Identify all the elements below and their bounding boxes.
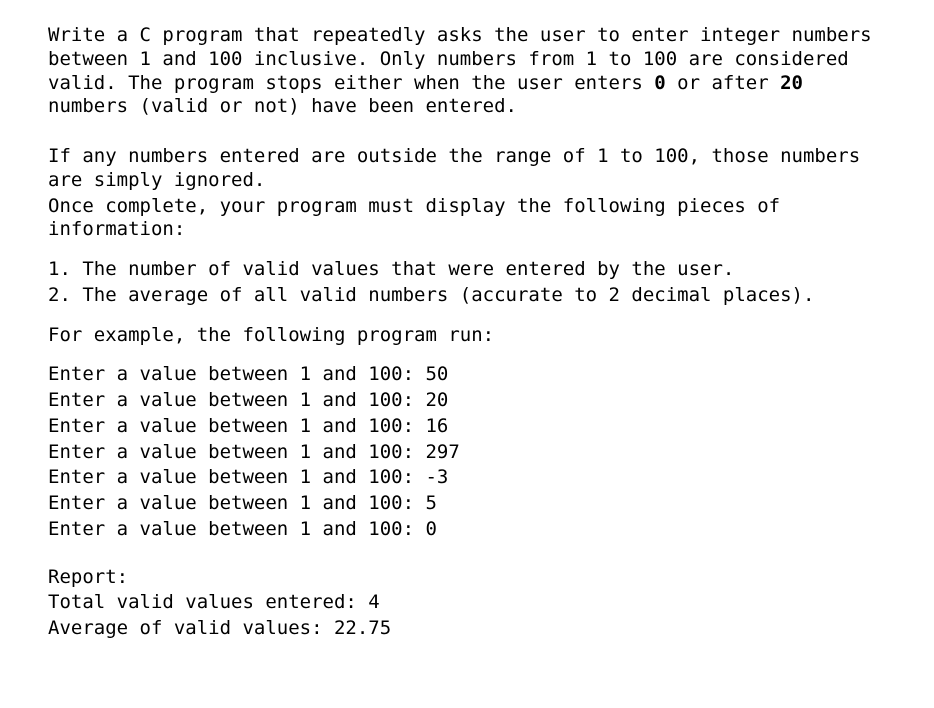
requirement-1: 1. The number of valid values that were … (48, 258, 886, 282)
report-block: Report: Total valid values entered: 4 Av… (48, 566, 886, 641)
prompt-line: Enter a value between 1 and 100: 50 (48, 363, 886, 387)
prompt-line: Enter a value between 1 and 100: 297 (48, 441, 886, 465)
middle-line-2: Once complete, your program must display… (48, 195, 886, 243)
intro-twenty: 20 (780, 72, 803, 94)
requirement-2: 2. The average of all valid numbers (acc… (48, 284, 886, 308)
intro-text-c: numbers (valid or not) have been entered… (48, 95, 517, 117)
requirements-list: 1. The number of valid values that were … (48, 258, 886, 308)
example-run: Enter a value between 1 and 100: 50 Ente… (48, 363, 886, 541)
middle-line-1: If any numbers entered are outside the r… (48, 145, 886, 193)
prompt-line: Enter a value between 1 and 100: 16 (48, 415, 886, 439)
example-lead: For example, the following program run: (48, 324, 886, 348)
intro-zero: 0 (654, 72, 665, 94)
prompt-line: Enter a value between 1 and 100: 5 (48, 492, 886, 516)
prompt-line: Enter a value between 1 and 100: 20 (48, 389, 886, 413)
prompt-line: Enter a value between 1 and 100: 0 (48, 518, 886, 542)
report-average: Average of valid values: 22.75 (48, 617, 886, 641)
middle-block: If any numbers entered are outside the r… (48, 145, 886, 242)
intro-text-b: or after (666, 72, 780, 94)
prompt-line: Enter a value between 1 and 100: -3 (48, 466, 886, 490)
report-total: Total valid values entered: 4 (48, 591, 886, 615)
report-header: Report: (48, 566, 886, 590)
intro-paragraph: Write a C program that repeatedly asks t… (48, 24, 886, 119)
